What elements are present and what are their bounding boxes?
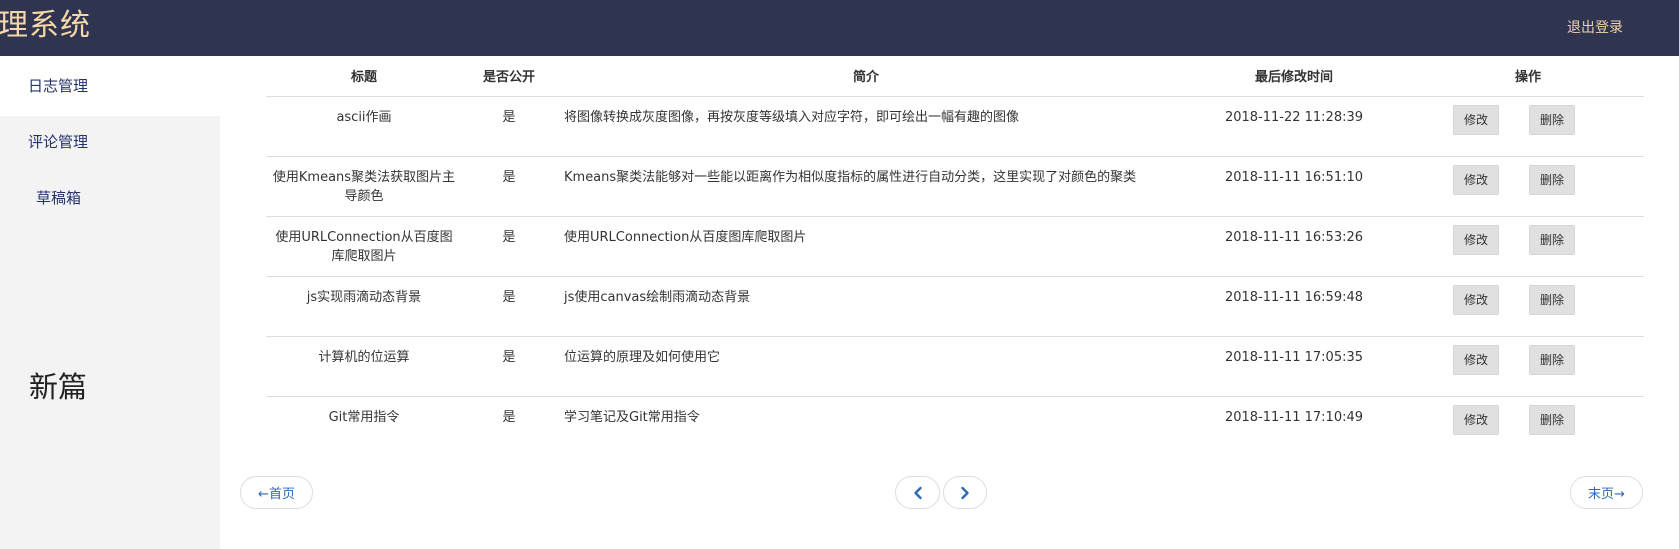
delete-button[interactable]: 删除 <box>1529 164 1575 195</box>
logout-link[interactable]: 退出登录 <box>1567 17 1623 37</box>
column-header-public: 是否公开 <box>462 56 556 97</box>
delete-button[interactable]: 删除 <box>1529 404 1575 435</box>
edit-button[interactable]: 修改 <box>1453 164 1499 195</box>
column-header-modified: 最后修改时间 <box>1176 56 1412 97</box>
posts-table: 标题 是否公开 简介 最后修改时间 操作 ascii作画 是 将图像转换成灰度图… <box>266 56 1644 456</box>
top-bar: 理系统 退出登录 <box>0 0 1679 56</box>
prev-page-button[interactable] <box>895 476 940 509</box>
post-summary: Kmeans聚类法能够对一些能以距离作为相似度指标的属性进行自动分类，这里实现了… <box>556 155 1176 216</box>
post-title: Git常用指令 <box>266 395 462 456</box>
post-public: 是 <box>462 275 556 336</box>
post-actions: 修改 删除 <box>1412 155 1644 216</box>
column-header-summary: 简介 <box>556 56 1176 97</box>
delete-button[interactable]: 删除 <box>1529 344 1575 375</box>
edit-button[interactable]: 修改 <box>1453 404 1499 435</box>
new-post-link[interactable]: 新篇 <box>29 364 87 406</box>
post-actions: 修改 删除 <box>1412 275 1644 336</box>
post-actions: 修改 删除 <box>1412 215 1644 276</box>
post-modified-time: 2018-11-11 17:05:35 <box>1176 335 1412 396</box>
post-title: 使用URLConnection从百度图库爬取图片 <box>266 215 462 276</box>
column-header-title: 标题 <box>266 56 462 97</box>
post-actions: 修改 删除 <box>1412 335 1644 396</box>
edit-button[interactable]: 修改 <box>1453 104 1499 135</box>
post-title: js实现雨滴动态背景 <box>266 275 462 336</box>
table-row: 使用Kmeans聚类法获取图片主导颜色 是 Kmeans聚类法能够对一些能以距离… <box>266 155 1644 216</box>
chevron-left-icon <box>913 486 922 499</box>
chevron-right-icon <box>961 486 969 499</box>
edit-button[interactable]: 修改 <box>1453 224 1499 255</box>
post-modified-time: 2018-11-11 17:10:49 <box>1176 395 1412 456</box>
post-summary: 使用URLConnection从百度图库爬取图片 <box>556 215 1176 276</box>
post-actions: 修改 删除 <box>1412 96 1644 156</box>
table-row: Git常用指令 是 学习笔记及Git常用指令 2018-11-11 17:10:… <box>266 395 1644 456</box>
table-row: js实现雨滴动态背景 是 js使用canvas绘制雨滴动态背景 2018-11-… <box>266 275 1644 336</box>
post-actions: 修改 删除 <box>1412 395 1644 456</box>
post-public: 是 <box>502 109 516 125</box>
sidebar-item-drafts[interactable]: 草稿箱 <box>0 168 220 228</box>
table-row: 计算机的位运算 是 位运算的原理及如何使用它 2018-11-11 17:05:… <box>266 335 1644 396</box>
sidebar: 日志管理 评论管理 草稿箱 新篇 <box>0 56 220 549</box>
sidebar-item-comment-management[interactable]: 评论管理 <box>0 112 220 172</box>
table-row: ascii作画 是 将图像转换成灰度图像，再按灰度等级填入对应字符，即可绘出一幅… <box>266 96 1644 156</box>
post-summary: js使用canvas绘制雨滴动态背景 <box>556 275 1176 336</box>
table-row: 使用URLConnection从百度图库爬取图片 是 使用URLConnecti… <box>266 215 1644 276</box>
post-public: 是 <box>462 155 556 216</box>
edit-button[interactable]: 修改 <box>1453 284 1499 315</box>
post-title: ascii作画 <box>336 109 392 125</box>
post-public: 是 <box>462 215 556 276</box>
post-public: 是 <box>462 335 556 396</box>
post-modified-time: 2018-11-11 16:53:26 <box>1176 215 1412 276</box>
post-modified-time: 2018-11-22 11:28:39 <box>1224 109 1364 125</box>
post-modified-time: 2018-11-11 16:59:48 <box>1176 275 1412 336</box>
first-page-button[interactable]: ←首页 <box>240 476 313 509</box>
last-page-button[interactable]: 末页→ <box>1570 476 1643 509</box>
post-summary: 学习笔记及Git常用指令 <box>556 395 1176 456</box>
post-title: 使用Kmeans聚类法获取图片主导颜色 <box>266 155 462 216</box>
app-title: 理系统 <box>0 8 91 43</box>
next-page-button[interactable] <box>943 476 987 509</box>
delete-button[interactable]: 删除 <box>1529 224 1575 255</box>
delete-button[interactable]: 删除 <box>1529 104 1575 135</box>
post-public: 是 <box>462 395 556 456</box>
post-summary: 将图像转换成灰度图像，再按灰度等级填入对应字符，即可绘出一幅有趣的图像 <box>564 109 1020 125</box>
post-modified-time: 2018-11-11 16:51:10 <box>1176 155 1412 216</box>
delete-button[interactable]: 删除 <box>1529 284 1575 315</box>
edit-button[interactable]: 修改 <box>1453 344 1499 375</box>
post-summary: 位运算的原理及如何使用它 <box>556 335 1176 396</box>
table-header-row: 标题 是否公开 简介 最后修改时间 操作 <box>266 56 1644 97</box>
sidebar-item-log-management[interactable]: 日志管理 <box>0 56 220 116</box>
column-header-ops: 操作 <box>1412 56 1644 97</box>
post-title: 计算机的位运算 <box>266 335 462 396</box>
